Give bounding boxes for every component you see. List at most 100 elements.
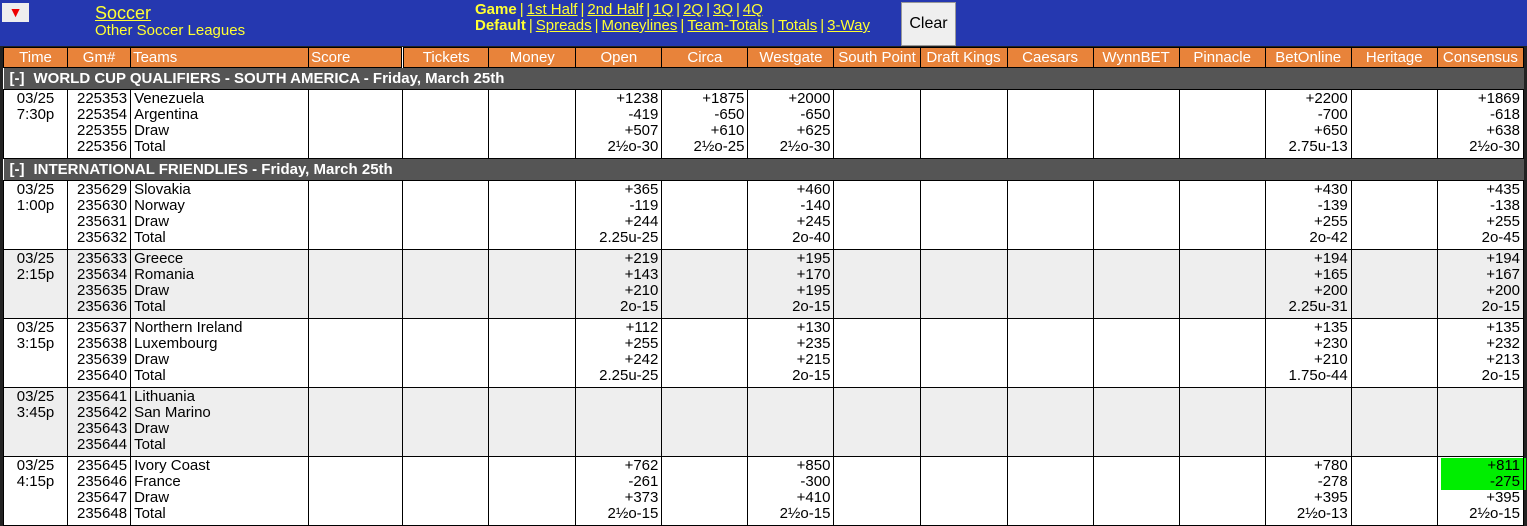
wynnbet-odds-cell[interactable]	[1092, 180, 1180, 250]
caesars-odds-cell[interactable]	[1006, 318, 1094, 388]
collapse-toggle[interactable]: [-]	[10, 161, 25, 178]
col-draft-kings[interactable]: Draft Kings	[919, 47, 1008, 68]
south-point-odds-cell[interactable]	[833, 89, 921, 159]
consensus-odds-cell[interactable]: +194 +167 +200 2o-15	[1436, 249, 1525, 319]
pinnacle-odds-cell[interactable]	[1178, 180, 1266, 250]
draft-kings-odds-cell[interactable]	[919, 180, 1008, 250]
col-pinnacle[interactable]: Pinnacle	[1178, 47, 1266, 68]
game-row[interactable]: 03/25 4:15p 235645 235646 235647 235648 Ivory …	[2, 456, 1526, 526]
wynnbet-odds-cell[interactable]	[1092, 387, 1180, 457]
draft-kings-odds-cell[interactable]	[919, 387, 1008, 457]
clear-button[interactable]: Clear	[901, 2, 956, 46]
circa-odds-cell[interactable]	[661, 180, 749, 250]
period-link-4q[interactable]: 4Q	[743, 1, 763, 18]
draft-kings-odds-cell[interactable]	[919, 249, 1008, 319]
market-link-team-totals[interactable]: Team-Totals	[687, 17, 768, 34]
open-odds-cell[interactable]: +762 -261 +373 2½o-15	[575, 456, 663, 526]
market-link-3-way[interactable]: 3-Way	[827, 17, 870, 34]
open-odds-cell[interactable]: +112 +255 +242 2.25u-25	[575, 318, 663, 388]
pinnacle-odds-cell[interactable]	[1178, 387, 1266, 457]
open-odds-cell[interactable]: +1238 -419 +507 2½o-30	[575, 89, 663, 159]
south-point-odds-cell[interactable]	[833, 387, 921, 457]
col-south-point[interactable]: South Point	[833, 47, 921, 68]
col-gm[interactable]: Gm#	[67, 47, 132, 68]
heritage-odds-cell[interactable]	[1350, 180, 1438, 250]
market-link-moneylines[interactable]: Moneylines	[602, 17, 678, 34]
col-money[interactable]: Money	[488, 47, 577, 68]
wynnbet-odds-cell[interactable]	[1092, 456, 1180, 526]
westgate-odds-cell[interactable]: +2000 -650 +625 2½o-30	[747, 89, 835, 159]
team-names[interactable]: Greece Romania Draw Total	[130, 249, 310, 319]
betonline-odds-cell[interactable]: +135 +230 +210 1.75o-44	[1264, 318, 1352, 388]
circa-odds-cell[interactable]	[661, 456, 749, 526]
wynnbet-odds-cell[interactable]	[1092, 249, 1180, 319]
south-point-odds-cell[interactable]	[833, 180, 921, 250]
wynnbet-odds-cell[interactable]	[1092, 318, 1180, 388]
betonline-odds-cell[interactable]	[1264, 387, 1352, 457]
game-row[interactable]: 03/25 3:45p 235641 235642 235643 235644 Lithua…	[2, 387, 1525, 457]
col-consensus[interactable]: Consensus	[1436, 47, 1525, 68]
consensus-odds-cell[interactable]: +1869 -618 +638 2½o-30	[1436, 89, 1525, 159]
team-names[interactable]: Lithuania San Marino Draw Total	[130, 387, 310, 457]
betonline-odds-cell[interactable]: +2200 -700 +650 2.75u-13	[1264, 89, 1352, 159]
draft-kings-odds-cell[interactable]	[919, 456, 1008, 526]
col-westgate[interactable]: Westgate	[747, 47, 835, 68]
period-link-2nd-half[interactable]: 2nd Half	[587, 1, 643, 18]
heritage-odds-cell[interactable]	[1350, 387, 1438, 457]
consensus-odds-cell[interactable]	[1436, 387, 1525, 457]
game-row[interactable]: 03/25 7:30p 225353 225354 225355 225356 Venezu…	[2, 89, 1525, 159]
col-circa[interactable]: Circa	[661, 47, 749, 68]
heritage-odds-cell[interactable]	[1350, 456, 1438, 526]
betonline-odds-cell[interactable]: +430 -139 +255 2o-42	[1264, 180, 1352, 250]
heritage-odds-cell[interactable]	[1350, 249, 1438, 319]
period-link-1st-half[interactable]: 1st Half	[527, 1, 578, 18]
caesars-odds-cell[interactable]	[1006, 89, 1094, 159]
col-wynnbet[interactable]: WynnBET	[1092, 47, 1180, 68]
team-names[interactable]: Northern Ireland Luxembourg Draw Total	[130, 318, 310, 388]
consensus-odds-cell[interactable]: +811 -275 +395 2½o-15	[1436, 456, 1526, 526]
caesars-odds-cell[interactable]	[1006, 180, 1094, 250]
south-point-odds-cell[interactable]	[833, 249, 921, 319]
col-caesars[interactable]: Caesars	[1006, 47, 1094, 68]
team-names[interactable]: Slovakia Norway Draw Total	[130, 180, 310, 250]
col-open[interactable]: Open	[575, 47, 663, 68]
betonline-odds-cell[interactable]: +194 +165 +200 2.25u-31	[1264, 249, 1352, 319]
team-names[interactable]: Venezuela Argentina Draw Total	[130, 89, 310, 159]
circa-odds-cell[interactable]: +1875 -650 +610 2½o-25	[661, 89, 749, 159]
game-row[interactable]: 03/25 3:15p 235637 235638 235639 235640 Northe…	[2, 318, 1525, 388]
caesars-odds-cell[interactable]	[1006, 456, 1094, 526]
game-row[interactable]: 03/25 1:00p 235629 235630 235631 235632 Slovak…	[2, 180, 1525, 250]
draft-kings-odds-cell[interactable]	[919, 89, 1008, 159]
open-odds-cell[interactable]: +365 -119 +244 2.25u-25	[575, 180, 663, 250]
col-betonline[interactable]: BetOnline	[1264, 47, 1352, 68]
open-odds-cell[interactable]: +219 +143 +210 2o-15	[575, 249, 663, 319]
pinnacle-odds-cell[interactable]	[1178, 318, 1266, 388]
pinnacle-odds-cell[interactable]	[1178, 456, 1266, 526]
sport-link[interactable]: Soccer	[95, 3, 151, 24]
period-link-3q[interactable]: 3Q	[713, 1, 733, 18]
heritage-odds-cell[interactable]	[1350, 318, 1438, 388]
south-point-odds-cell[interactable]	[833, 456, 921, 526]
period-link-1q[interactable]: 1Q	[653, 1, 673, 18]
team-names[interactable]: Ivory Coast France Draw Total	[130, 456, 310, 526]
period-link-2q[interactable]: 2Q	[683, 1, 703, 18]
betonline-odds-cell[interactable]: +780 -278 +395 2½o-13	[1264, 456, 1352, 526]
circa-odds-cell[interactable]	[661, 318, 749, 388]
game-row[interactable]: 03/25 2:15p 235633 235634 235635 235636 Greece…	[2, 249, 1525, 319]
collapse-toggle[interactable]: [-]	[10, 70, 25, 87]
pinnacle-odds-cell[interactable]	[1178, 249, 1266, 319]
pinnacle-odds-cell[interactable]	[1178, 89, 1266, 159]
menu-dropdown-button[interactable]: ▼	[2, 3, 29, 22]
col-time[interactable]: Time	[2, 47, 69, 68]
draft-kings-odds-cell[interactable]	[919, 318, 1008, 388]
col-teams[interactable]: Teams	[130, 47, 310, 68]
col-tickets[interactable]: Tickets	[402, 47, 490, 68]
westgate-odds-cell[interactable]: +460 -140 +245 2o-40	[747, 180, 835, 250]
south-point-odds-cell[interactable]	[833, 318, 921, 388]
heritage-odds-cell[interactable]	[1350, 89, 1438, 159]
open-odds-cell[interactable]	[575, 387, 663, 457]
caesars-odds-cell[interactable]	[1006, 387, 1094, 457]
market-link-spreads[interactable]: Spreads	[536, 17, 592, 34]
consensus-odds-cell[interactable]: +135 +232 +213 2o-15	[1436, 318, 1525, 388]
col-score[interactable]: Score	[308, 47, 405, 68]
